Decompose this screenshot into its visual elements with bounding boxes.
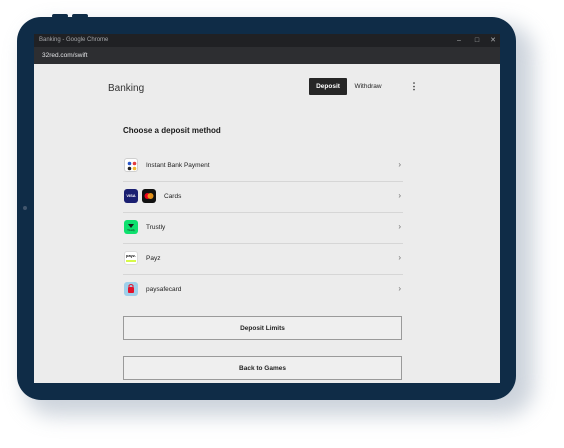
paysafecard-icon (124, 282, 138, 296)
visa-icon: VISA (124, 189, 138, 203)
instant-bank-payment-icon (124, 158, 138, 172)
camera-dot (23, 206, 27, 210)
payz-stripe (126, 260, 136, 262)
chevron-right-icon: › (398, 191, 401, 200)
minimize-button[interactable]: – (452, 35, 466, 46)
trustly-icon-text: Trustly (127, 229, 135, 232)
deposit-method-list: Instant Bank Payment › VISA Cards › Trus… (123, 151, 403, 305)
window-titlebar: Banking - Google Chrome – □ ✕ (34, 34, 500, 47)
window-title: Banking - Google Chrome (39, 37, 109, 43)
close-button[interactable]: ✕ (486, 35, 500, 46)
payz-icon: payz. (124, 251, 138, 265)
maximize-button[interactable]: □ (470, 35, 484, 46)
page-title: Banking (108, 83, 145, 94)
method-label: paysafecard (146, 286, 182, 293)
url-text[interactable]: 32red.com/swift (42, 51, 88, 60)
banking-page: Banking Deposit Withdraw ⋮ Choose a depo… (34, 64, 500, 383)
method-paysafecard[interactable]: paysafecard › (123, 275, 403, 305)
visa-text: VISA (126, 193, 136, 198)
chevron-right-icon: › (398, 160, 401, 169)
method-label: Payz (146, 255, 161, 262)
address-bar[interactable]: 32red.com/swift (34, 47, 500, 64)
browser-window: Banking - Google Chrome – □ ✕ 32red.com/… (34, 34, 500, 383)
more-menu-icon[interactable]: ⋮ (409, 79, 419, 94)
method-payz[interactable]: payz. Payz › (123, 244, 403, 275)
method-label: Trustly (146, 224, 166, 231)
deposit-limits-button[interactable]: Deposit Limits (123, 316, 402, 340)
method-trustly[interactable]: Trustly Trustly › (123, 213, 403, 244)
trustly-icon: Trustly (124, 220, 138, 234)
chevron-right-icon: › (398, 253, 401, 262)
back-to-games-button[interactable]: Back to Games (123, 356, 402, 380)
method-cards[interactable]: VISA Cards › (123, 182, 403, 213)
chevron-right-icon: › (398, 222, 401, 231)
tab-withdraw[interactable]: Withdraw (352, 78, 384, 95)
section-title: Choose a deposit method (123, 126, 221, 135)
mastercard-icon (142, 189, 156, 203)
method-label: Cards (164, 193, 182, 200)
method-instant-bank-payment[interactable]: Instant Bank Payment › (123, 151, 403, 182)
payz-icon-text: payz. (126, 253, 137, 258)
chevron-right-icon: › (398, 284, 401, 293)
tab-deposit[interactable]: Deposit (309, 78, 347, 95)
method-label: Instant Bank Payment (146, 162, 210, 169)
